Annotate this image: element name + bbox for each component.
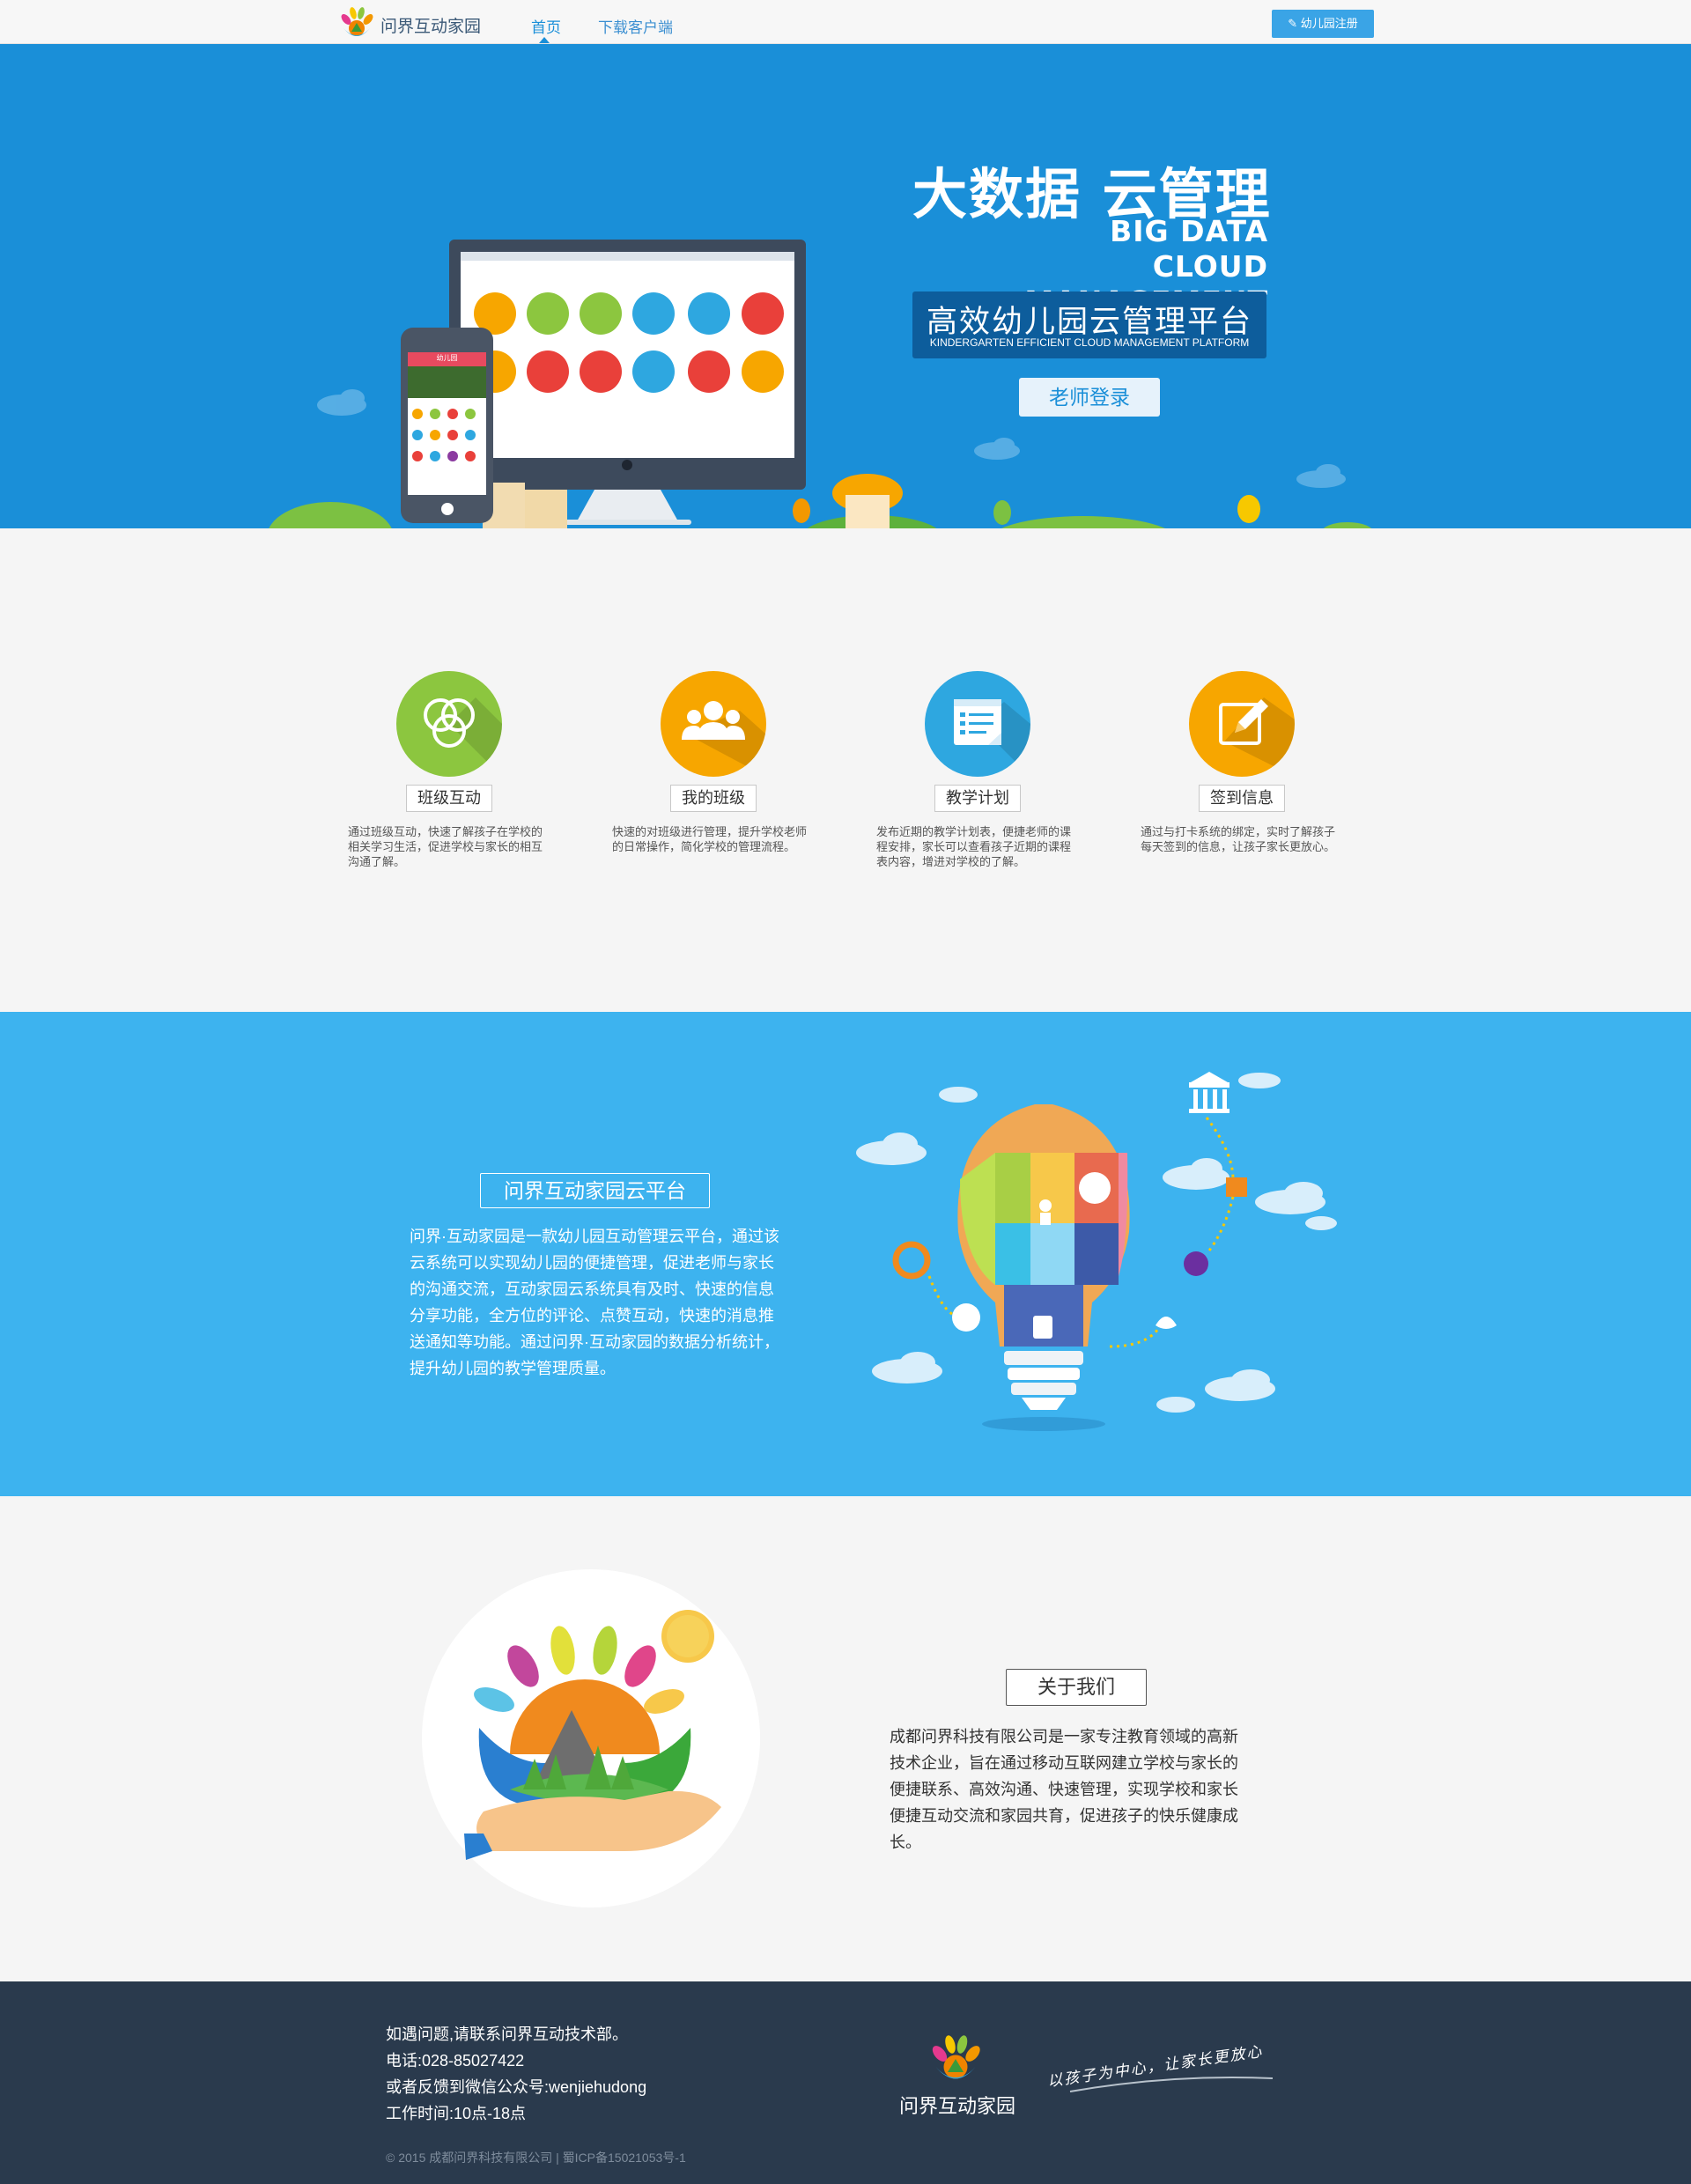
hero-illustration [269, 240, 1372, 528]
copyright: © 2015 成都问界科技有限公司 | 蜀ICP备15021053号-1 [386, 2151, 686, 2165]
feature-label: 签到信息 [1199, 785, 1285, 812]
platform-title: 问界互动家园云平台 [480, 1173, 710, 1208]
footer-wechat: 或者反馈到微信公众号:wenjiehudong [386, 2078, 647, 2096]
about-section: 关于我们 成都问界科技有限公司是一家专注教育领域的高新技术企业，旨在通过移动互联… [0, 1496, 1691, 1981]
document-icon[interactable] [925, 671, 1030, 777]
hero-subtitle: 高效幼儿园云管理平台 [926, 305, 1252, 339]
brand-name[interactable]: 问界互动家园 [380, 13, 481, 37]
nav-link-download[interactable]: 下载客户端 [598, 15, 673, 37]
feature-desc: 发布近期的教学计划表，便捷老师的课程安排，家长可以查看孩子近期的课程表内容，增进… [876, 825, 1072, 868]
hero-title-en-line1: BIG DATA [1110, 214, 1268, 248]
footer-contact-line: 如遇问题,请联系问界互动技术部。 [386, 2025, 628, 2043]
feature-label: 我的班级 [670, 785, 757, 812]
pencil-icon: ✎ [1288, 17, 1298, 30]
feature-desc: 通过班级互动，快速了解孩子在学校的相关学习生活，促进学校与家长的相互沟通了解。 [348, 825, 543, 868]
hand-plant-icon [464, 1610, 721, 1860]
feature-desc: 通过与打卡系统的绑定，实时了解孩子每天签到的信息，让孩子家长更放心。 [1141, 825, 1336, 853]
about-title: 关于我们 [1006, 1669, 1147, 1706]
footer-logo-icon[interactable] [927, 2033, 985, 2085]
hero-subtitle-box: 高效幼儿园云管理平台 KINDERGARTEN EFFICIENT CLOUD … [912, 291, 1266, 358]
edit-icon[interactable] [1189, 671, 1295, 777]
features-section: 班级互动 通过班级互动，快速了解孩子在学校的相关学习生活，促进学校与家长的相互沟… [0, 528, 1691, 1012]
about-desc: 成都问界科技有限公司是一家专注教育领域的高新技术企业，旨在通过移动互联网建立学校… [890, 1728, 1238, 1851]
top-nav: 问界互动家园 首页 下载客户端 ✎ 幼儿园注册 [0, 0, 1691, 44]
hero-subtitle-en: KINDERGARTEN EFFICIENT CLOUD MANAGEMENT … [929, 336, 1250, 349]
hero-banner: 幼儿园 大数据 云管理 BIG DATA CLOUD MANAGEMENT 高效… [0, 44, 1691, 528]
register-button[interactable]: ✎ 幼儿园注册 [1272, 10, 1374, 38]
footer-brand[interactable]: 问界互动家园 [899, 2091, 1015, 2119]
logo-icon[interactable] [339, 5, 374, 41]
users-icon[interactable] [661, 671, 766, 777]
slogan-swoosh [1069, 2077, 1274, 2092]
platform-section: 问界互动家园云平台 问界·互动家园是一款幼儿园互动管理云平台，通过该云系统可以实… [0, 1012, 1691, 1496]
nav-link-home[interactable]: 首页 [531, 15, 561, 37]
feature-label: 教学计划 [934, 785, 1021, 812]
feature-desc: 快速的对班级进行管理，提升学校老师的日常操作，简化学校的管理流程。 [612, 825, 808, 853]
footer-hours: 工作时间:10点-18点 [386, 2105, 527, 2122]
circles-icon[interactable] [396, 671, 502, 777]
teacher-login-button[interactable]: 老师登录 [1019, 378, 1160, 417]
active-indicator [539, 37, 550, 43]
feature-label: 班级互动 [406, 785, 492, 812]
register-label: 幼儿园注册 [1300, 17, 1358, 30]
footer: 如遇问题,请联系问界互动技术部。 电话:028-85027422 或者反馈到微信… [0, 1981, 1691, 2184]
footer-phone: 电话:028-85027422 [386, 2052, 525, 2070]
about-illustration [422, 1569, 760, 1907]
phone-header: 幼儿园 [436, 354, 458, 362]
lightbulb-illustration [856, 1072, 1337, 1431]
platform-desc: 问界·互动家园是一款幼儿园互动管理云平台，通过该云系统可以实现幼儿园的便捷管理，… [410, 1228, 779, 1377]
